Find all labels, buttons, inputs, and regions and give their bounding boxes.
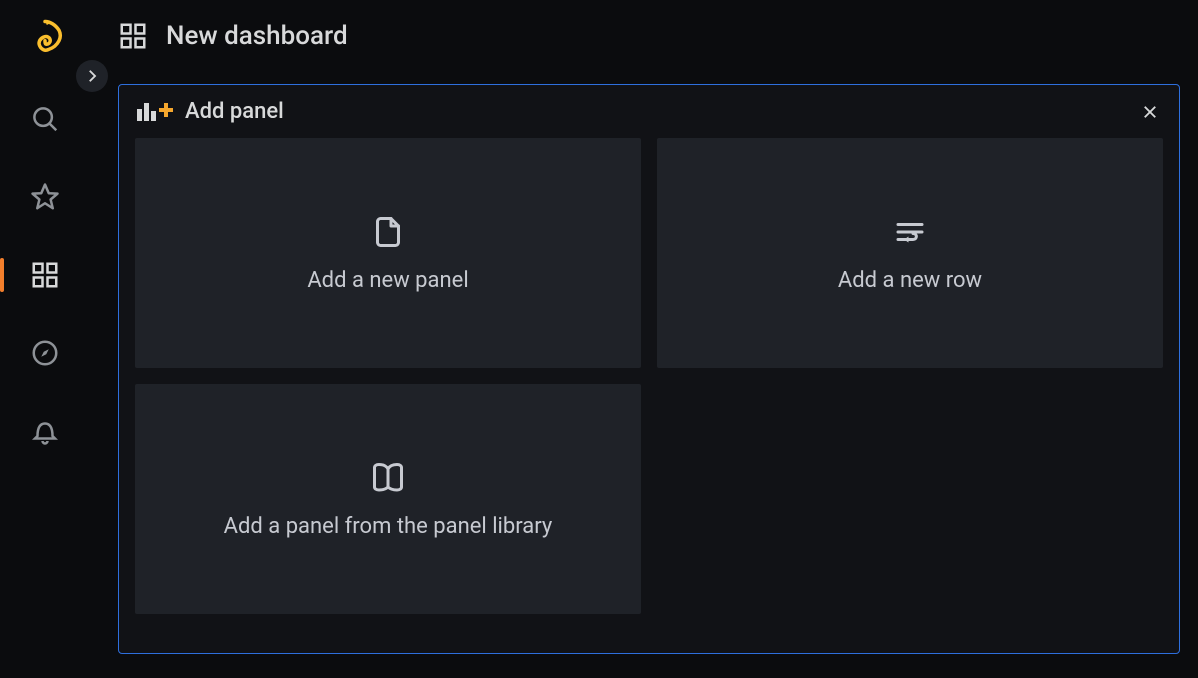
sidebar <box>0 0 90 678</box>
star-icon <box>30 182 60 212</box>
dashboard-grid-icon <box>30 260 60 290</box>
chevron-right-icon <box>83 67 101 85</box>
option-label: Add a new row <box>838 268 982 293</box>
page-header: New dashboard <box>90 0 1198 72</box>
sidebar-item-starred[interactable] <box>26 178 64 216</box>
row-wrap-icon <box>892 214 928 250</box>
add-new-panel-button[interactable]: Add a new panel <box>135 138 641 368</box>
panel-options-grid: Add a new panel Add a new row <box>119 138 1179 630</box>
close-button[interactable] <box>1139 101 1161 123</box>
option-label: Add a panel from the panel library <box>224 514 553 539</box>
search-icon <box>30 104 60 134</box>
sidebar-item-search[interactable] <box>26 100 64 138</box>
bell-icon <box>30 416 60 446</box>
sidebar-item-explore[interactable] <box>26 334 64 372</box>
panel-header: Add panel <box>119 85 1179 138</box>
option-label: Add a new panel <box>307 268 468 293</box>
file-icon <box>370 214 406 250</box>
expand-sidebar-button[interactable] <box>76 60 108 92</box>
content-area: Add panel Add a new panel <box>90 72 1198 678</box>
close-icon <box>1141 103 1159 121</box>
add-panel-card: Add panel Add a new panel <box>118 84 1180 654</box>
add-panel-icon <box>137 103 173 121</box>
sidebar-item-dashboards[interactable] <box>26 256 64 294</box>
panel-title: Add panel <box>185 99 284 124</box>
add-panel-library-button[interactable]: Add a panel from the panel library <box>135 384 641 614</box>
page-title: New dashboard <box>166 21 348 51</box>
compass-icon <box>30 338 60 368</box>
main-area: New dashboard Add panel <box>90 0 1198 678</box>
book-icon <box>370 460 406 496</box>
sidebar-item-alerting[interactable] <box>26 412 64 450</box>
add-new-row-button[interactable]: Add a new row <box>657 138 1163 368</box>
dashboard-grid-icon <box>118 21 148 51</box>
grafana-logo-icon[interactable] <box>24 18 66 60</box>
